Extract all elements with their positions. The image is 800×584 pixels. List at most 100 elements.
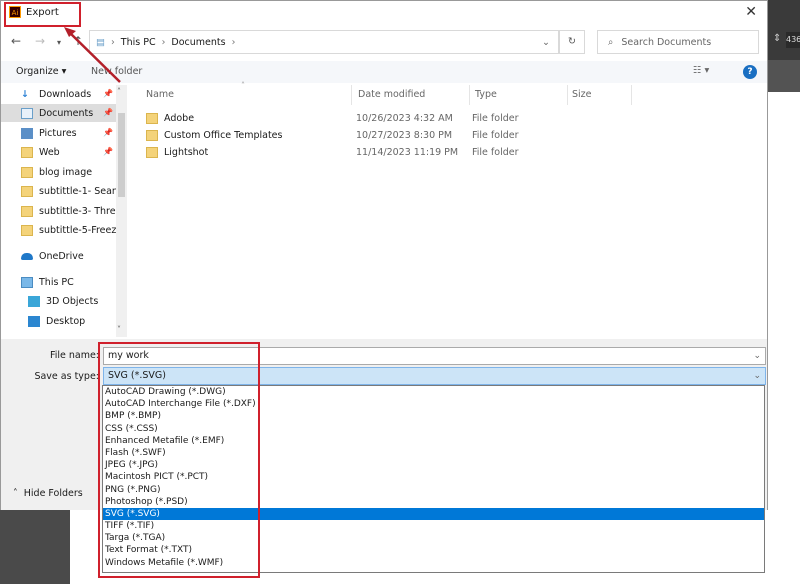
toolbar: Organize ▾ New folder ☷ ▾ ? — [1, 61, 767, 83]
sidebar-item-documents[interactable]: Documents — [1, 104, 117, 122]
close-icon[interactable]: ✕ — [745, 4, 757, 20]
separator-icon: › — [231, 36, 236, 48]
column-name[interactable]: Name — [146, 89, 174, 100]
file-row[interactable]: Adobe 10/26/2023 4:32 AM File folder — [146, 110, 519, 126]
column-divider[interactable] — [631, 85, 632, 105]
address-bar[interactable]: ▤ › This PC › Documents › ⌄ — [89, 30, 559, 54]
app-background-left — [0, 510, 70, 584]
forward-icon[interactable]: → — [35, 34, 45, 48]
sidebar-item-label: This PC — [39, 276, 74, 288]
file-row[interactable]: Custom Office Templates 10/27/2023 8:30 P… — [146, 127, 519, 143]
folder-icon — [146, 112, 158, 124]
up-icon[interactable]: ↑ — [73, 34, 83, 48]
app-background-panel — [768, 60, 800, 92]
sidebar-item-label: subtittle-5-Freez — [39, 224, 117, 236]
sidebar-item-this-pc[interactable]: This PC — [21, 273, 117, 291]
organize-button[interactable]: Organize ▾ — [16, 66, 66, 77]
breadcrumb-this-pc[interactable]: This PC — [121, 37, 156, 48]
sidebar-item-label: Downloads — [39, 88, 92, 100]
hide-folders-label: Hide Folders — [23, 488, 83, 499]
sidebar-item-label: Pictures — [39, 127, 77, 139]
sidebar-item-subtittle-3[interactable]: subtittle-3- Thre — [21, 202, 117, 220]
help-icon[interactable]: ? — [743, 65, 757, 79]
file-name-label: File name: — [49, 350, 99, 361]
pin-icon[interactable]: 📌 — [103, 128, 113, 137]
sidebar-item-desktop[interactable]: Desktop — [28, 312, 124, 330]
highlight-box-title — [4, 2, 81, 27]
computer-icon — [21, 276, 33, 288]
file-type: File folder — [472, 112, 519, 124]
sidebar-item-label: Documents — [39, 107, 94, 119]
search-input[interactable]: ⌕ Search Documents — [597, 30, 759, 54]
sidebar-item-onedrive[interactable]: OneDrive — [21, 247, 117, 265]
search-placeholder: Search Documents — [621, 36, 712, 48]
file-date: 10/27/2023 8:30 PM — [356, 129, 453, 141]
file-row[interactable]: Lightshot 11/14/2023 11:19 PM File folder — [146, 144, 519, 160]
chevron-up-icon: ˄ — [13, 488, 18, 499]
column-date-modified[interactable]: Date modified — [358, 89, 425, 100]
refresh-button[interactable]: ↻ — [559, 30, 585, 54]
sidebar-item-blog-image[interactable]: blog image — [21, 163, 117, 181]
sort-ascending-icon: ˄ — [241, 81, 245, 90]
sidebar-item-label: Web — [39, 146, 60, 158]
sidebar-item-3d-objects[interactable]: 3D Objects — [28, 292, 124, 310]
file-type: File folder — [472, 129, 519, 141]
search-icon: ⌕ — [608, 36, 614, 48]
column-divider[interactable] — [351, 85, 352, 105]
new-folder-button[interactable]: New folder — [91, 66, 142, 77]
sidebar-item-label: blog image — [39, 166, 93, 178]
cube-icon — [28, 295, 40, 307]
folder-icon — [21, 146, 33, 158]
desktop-icon — [28, 315, 40, 327]
column-type[interactable]: Type — [475, 89, 497, 100]
sidebar-item-label: 3D Objects — [46, 295, 99, 307]
folder-icon — [146, 146, 158, 158]
download-icon: ↓ — [21, 88, 29, 100]
navigation-pane: ↓ Downloads Documents Pictures Web blog i… — [1, 85, 128, 339]
scrollbar-thumb[interactable] — [118, 113, 125, 197]
folder-icon — [21, 205, 33, 217]
documents-icon — [21, 107, 33, 119]
view-options-icon[interactable]: ☷ ▾ — [693, 65, 709, 76]
folder-icon — [146, 129, 158, 141]
folder-icon — [21, 224, 33, 236]
recent-dropdown-icon[interactable]: ▾ — [57, 38, 61, 47]
sidebar-item-subtittle-5[interactable]: subtittle-5-Freez — [21, 221, 117, 239]
spinner-icon[interactable]: ⇕ — [773, 33, 781, 44]
sidebar-item-subtittle-1[interactable]: subtittle-1- Sean — [21, 182, 117, 200]
folder-icon — [21, 166, 33, 178]
sidebar-item-label: OneDrive — [39, 250, 84, 262]
scroll-down-icon[interactable]: ˅ — [117, 325, 121, 334]
chevron-down-icon[interactable]: ⌄ — [542, 37, 550, 48]
chevron-down-icon[interactable]: ⌄ — [753, 348, 761, 364]
highlight-box-options — [98, 342, 260, 578]
property-value[interactable]: 436 — [786, 32, 800, 48]
sidebar-item-label: Desktop — [46, 315, 86, 327]
pc-icon: ▤ — [96, 36, 105, 48]
save-type-label: Save as type: — [34, 371, 99, 382]
back-icon[interactable]: ← — [11, 34, 21, 48]
breadcrumb-documents[interactable]: Documents — [171, 37, 225, 48]
column-size[interactable]: Size — [572, 89, 592, 100]
file-name: Custom Office Templates — [164, 129, 283, 141]
pin-icon[interactable]: 📌 — [103, 108, 113, 117]
file-type: File folder — [472, 146, 519, 158]
hide-folders-button[interactable]: ˄ Hide Folders — [13, 488, 83, 499]
pin-icon[interactable]: 📌 — [103, 147, 113, 156]
pictures-icon — [21, 127, 33, 139]
folder-icon — [21, 185, 33, 197]
file-date: 11/14/2023 11:19 PM — [356, 146, 459, 158]
chevron-down-icon[interactable]: ⌄ — [753, 368, 761, 384]
cloud-icon — [21, 252, 33, 260]
column-divider[interactable] — [469, 85, 470, 105]
file-name: Adobe — [164, 112, 195, 124]
scroll-up-icon[interactable]: ˄ — [117, 87, 121, 96]
column-divider[interactable] — [567, 85, 568, 105]
sidebar-item-label: subtittle-3- Thre — [39, 205, 116, 217]
pin-icon[interactable]: 📌 — [103, 89, 113, 98]
separator-icon: › — [110, 36, 115, 48]
file-name: Lightshot — [164, 146, 209, 158]
sidebar-item-label: subtittle-1- Sean — [39, 185, 117, 197]
separator-icon: › — [161, 36, 166, 48]
file-date: 10/26/2023 4:32 AM — [356, 112, 453, 124]
